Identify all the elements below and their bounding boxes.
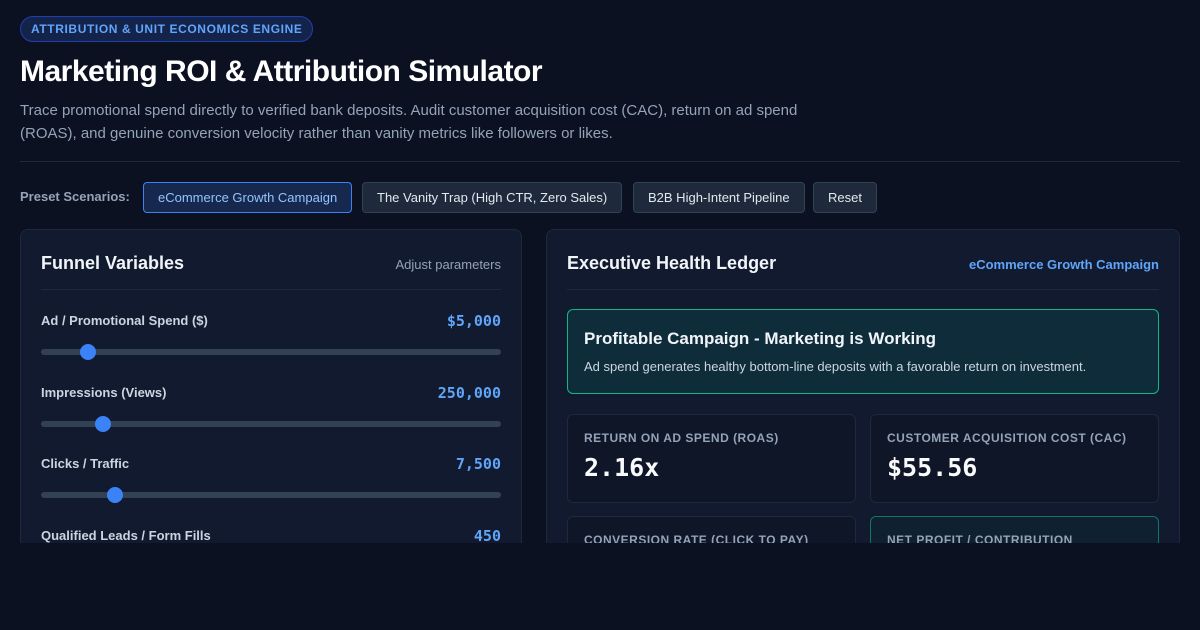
leads-label: Qualified Leads / Form Fills — [41, 528, 211, 543]
executive-health-ledger-panel: Executive Health Ledger eCommerce Growth… — [546, 229, 1180, 543]
funnel-panel-hint: Adjust parameters — [395, 257, 502, 272]
impressions-slider-thumb[interactable] — [95, 416, 112, 432]
clicks-slider-thumb[interactable] — [106, 487, 123, 503]
panel-divider — [567, 289, 1159, 290]
roas-metric-card: RETURN ON AD SPEND (ROAS) 2.16x — [567, 414, 856, 503]
section-badge: ATTRIBUTION & UNIT ECONOMICS ENGINE — [20, 16, 314, 42]
net-profit-metric-card: NET PROFIT / CONTRIBUTION — [870, 516, 1159, 543]
roas-value: 2.16x — [584, 453, 660, 482]
ad-spend-value: $5,000 — [446, 312, 501, 330]
metric-label: CONVERSION RATE (CLICK TO PAY) — [584, 533, 809, 543]
impressions-slider[interactable] — [41, 416, 501, 432]
page-title: Marketing ROI & Attribution Simulator — [20, 55, 543, 88]
funnel-variables-panel: Funnel Variables Adjust parameters Ad / … — [20, 229, 522, 543]
active-scenario-label: eCommerce Growth Campaign — [969, 257, 1159, 272]
ad-spend-slider[interactable] — [41, 344, 501, 360]
preset-scenarios-label: Preset Scenarios: — [20, 189, 130, 204]
status-description: Ad spend generates healthy bottom-line d… — [584, 359, 1087, 374]
status-title: Profitable Campaign - Marketing is Worki… — [584, 329, 937, 348]
leads-value: 450 — [473, 527, 501, 543]
impressions-label: Impressions (Views) — [41, 385, 167, 400]
ledger-panel-title: Executive Health Ledger — [567, 253, 777, 273]
cac-value: $55.56 — [887, 453, 978, 482]
metric-label: RETURN ON AD SPEND (ROAS) — [584, 431, 779, 445]
clicks-value: 7,500 — [455, 455, 501, 473]
clicks-label: Clicks / Traffic — [41, 456, 130, 471]
viewport: ATTRIBUTION & UNIT ECONOMICS ENGINE Mark… — [0, 0, 1200, 543]
preset-vanity-trap-button[interactable]: The Vanity Trap (High CTR, Zero Sales) — [362, 182, 623, 213]
reset-button[interactable]: Reset — [813, 182, 877, 213]
header-divider — [20, 161, 1180, 162]
cac-metric-card: CUSTOMER ACQUISITION COST (CAC) $55.56 — [870, 414, 1159, 503]
metric-label: CUSTOMER ACQUISITION COST (CAC) — [887, 431, 1127, 445]
conversion-rate-metric-card: CONVERSION RATE (CLICK TO PAY) — [567, 516, 856, 543]
campaign-status-card: Profitable Campaign - Marketing is Worki… — [567, 309, 1159, 394]
preset-ecommerce-button[interactable]: eCommerce Growth Campaign — [143, 182, 353, 213]
page-subtitle: Trace promotional spend directly to veri… — [20, 102, 798, 142]
impressions-value: 250,000 — [437, 384, 501, 402]
preset-b2b-button[interactable]: B2B High-Intent Pipeline — [633, 182, 805, 213]
funnel-panel-title: Funnel Variables — [41, 253, 185, 273]
ad-spend-label: Ad / Promotional Spend ($) — [41, 313, 208, 328]
metric-label: NET PROFIT / CONTRIBUTION — [887, 533, 1073, 543]
page: ATTRIBUTION & UNIT ECONOMICS ENGINE Mark… — [0, 0, 1200, 630]
clicks-slider[interactable] — [41, 487, 501, 503]
panel-divider — [41, 289, 501, 290]
ad-spend-slider-thumb[interactable] — [80, 344, 97, 360]
